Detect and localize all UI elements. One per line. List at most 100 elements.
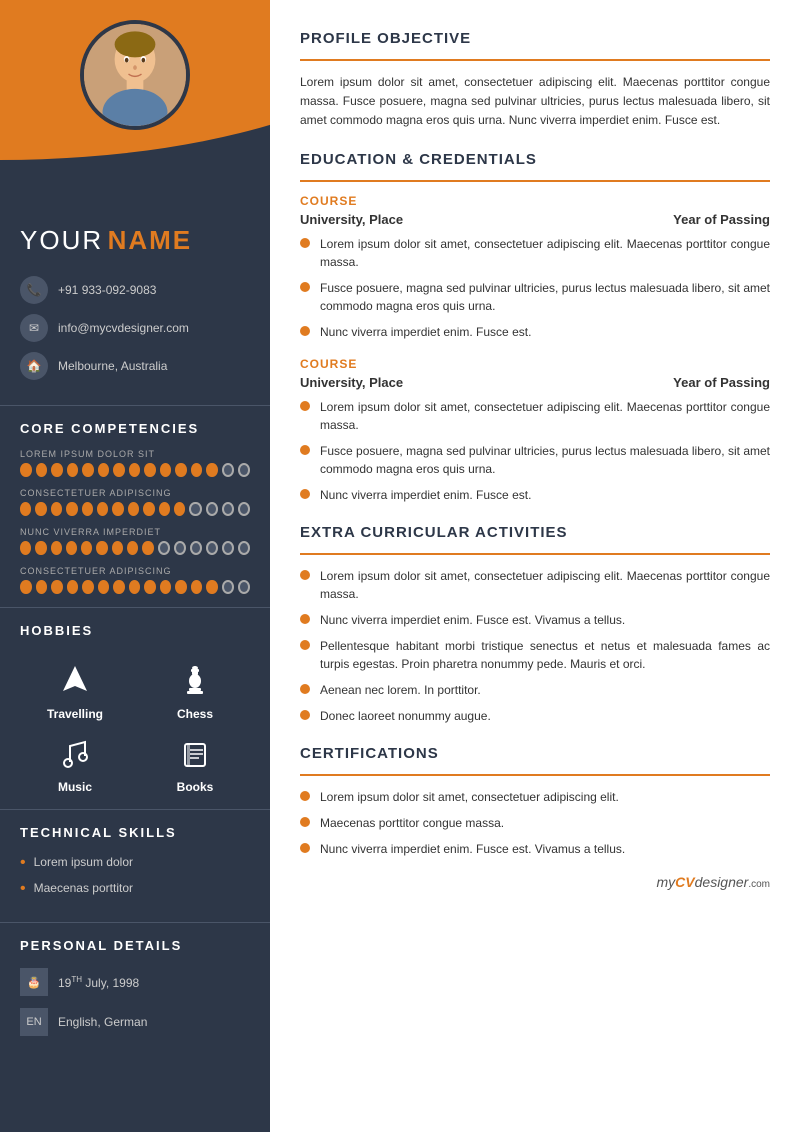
personal-details-container: 🎂19TH July, 1998 ENEnglish, German	[0, 963, 270, 1068]
dot-filled	[96, 541, 107, 555]
dot-filled	[160, 463, 172, 477]
orange-bullet	[300, 791, 310, 801]
list-item: Lorem ipsum dolor sit amet, consectetuer…	[300, 567, 770, 603]
course-label: COURSE	[300, 357, 770, 371]
list-item: Lorem ipsum dolor sit amet, consectetuer…	[300, 398, 770, 434]
personal-details-title: PERSONAL DETAILS	[0, 922, 270, 963]
orange-bullet	[300, 489, 310, 499]
technical-skills-title: TECHNICAL SKILLS	[0, 809, 270, 850]
dots-row	[20, 463, 250, 477]
education-course: COURSE University, Place Year of Passing…	[300, 194, 770, 341]
personal-item: 🎂19TH July, 1998	[20, 968, 250, 996]
competency-label: CONSECTETUER ADIPISCING	[20, 488, 250, 498]
dot-empty	[238, 541, 250, 555]
address-text: Melbourne, Australia	[58, 359, 167, 373]
dot-empty	[222, 502, 234, 516]
dot-filled	[113, 580, 125, 594]
dot-filled	[206, 463, 218, 477]
dot-filled	[20, 580, 32, 594]
course-label: COURSE	[300, 194, 770, 208]
branding-com: .com	[748, 879, 770, 890]
dot-empty	[189, 502, 201, 516]
hobby-item: Books	[140, 731, 250, 794]
dot-empty	[206, 541, 218, 555]
orange-bullet	[300, 282, 310, 292]
list-item: Aenean nec lorem. In porttitor.	[300, 681, 770, 699]
list-item: Donec laoreet nonummy augue.	[300, 707, 770, 725]
dot-filled	[51, 541, 62, 555]
bullet-text: Fusce posuere, magna sed pulvinar ultric…	[320, 442, 770, 478]
dot-filled	[97, 502, 108, 516]
dot-filled	[174, 502, 185, 516]
list-item: Pellentesque habitant morbi tristique se…	[300, 637, 770, 673]
dot-filled	[206, 580, 218, 594]
dot-filled	[98, 580, 110, 594]
bullet-icon: •	[20, 855, 26, 871]
dot-filled	[175, 463, 187, 477]
hobby-icon	[53, 658, 98, 703]
hobby-item: Music	[20, 731, 130, 794]
orange-bullet	[300, 817, 310, 827]
dot-empty	[238, 502, 250, 516]
orange-bullet	[300, 401, 310, 411]
dot-filled	[67, 580, 79, 594]
personal-text: 19TH July, 1998	[58, 975, 139, 990]
orange-bullet	[300, 843, 310, 853]
dot-filled	[112, 541, 123, 555]
dot-filled	[129, 463, 141, 477]
course-bullets: Lorem ipsum dolor sit amet, consectetuer…	[300, 235, 770, 341]
hobbies-grid: TravellingChessMusicBooks	[0, 648, 270, 804]
year-passing: Year of Passing	[673, 212, 770, 227]
dot-filled	[51, 463, 63, 477]
tech-skill-item: •Maecenas porttitor	[20, 881, 250, 897]
bullet-text: Lorem ipsum dolor sit amet, consectetuer…	[320, 235, 770, 271]
dot-empty	[222, 463, 234, 477]
personal-item: ENEnglish, German	[20, 1008, 250, 1036]
profile-divider	[300, 59, 770, 61]
hobby-label: Travelling	[47, 707, 103, 721]
bullet-text: Nunc viverra imperdiet enim. Fusce est.	[320, 486, 531, 504]
bullet-text: Nunc viverra imperdiet enim. Fusce est. …	[320, 840, 625, 858]
bullet-text: Lorem ipsum dolor sit amet, consectetuer…	[320, 567, 770, 603]
avatar	[80, 20, 190, 130]
dot-filled	[143, 502, 154, 516]
orange-bullet	[300, 326, 310, 336]
orange-bullet	[300, 445, 310, 455]
hobby-icon	[53, 731, 98, 776]
dot-empty	[190, 541, 202, 555]
contact-email: ✉ info@mycvdesigner.com	[20, 314, 250, 342]
university-row: University, Place Year of Passing	[300, 375, 770, 390]
dot-empty	[174, 541, 186, 555]
tech-skills-container: • Lorem ipsum dolor •Maecenas porttitor	[0, 850, 270, 917]
tech-skill-text: Lorem ipsum dolor	[34, 855, 133, 869]
sidebar-header	[0, 0, 270, 200]
dot-filled	[81, 541, 92, 555]
bullet-text: Nunc viverra imperdiet enim. Fusce est.	[320, 323, 531, 341]
list-item: Lorem ipsum dolor sit amet, consectetuer…	[300, 235, 770, 271]
dot-filled	[20, 541, 31, 555]
dot-filled	[82, 580, 94, 594]
hobby-icon	[173, 658, 218, 703]
personal-icon: EN	[20, 1008, 48, 1036]
dot-filled	[98, 463, 110, 477]
email-icon: ✉	[20, 314, 48, 342]
phone-text: +91 933-092-9083	[58, 283, 156, 297]
dot-filled	[66, 541, 77, 555]
dot-filled	[82, 502, 93, 516]
hobbies-title: HOBBIES	[0, 607, 270, 648]
dot-filled	[159, 502, 170, 516]
competency-item: NUNC VIVERRA IMPERDIET	[0, 524, 270, 563]
course-bullets: Lorem ipsum dolor sit amet, consectetuer…	[300, 398, 770, 504]
contact-section: 📞 +91 933-092-9083 ✉ info@mycvdesigner.c…	[0, 266, 270, 400]
bullet-text: Maecenas porttitor congue massa.	[320, 814, 504, 832]
hobby-label: Music	[58, 780, 92, 794]
dot-filled	[128, 502, 139, 516]
dot-empty	[222, 580, 234, 594]
bullet-text: Fusce posuere, magna sed pulvinar ultric…	[320, 279, 770, 315]
dot-filled	[113, 463, 125, 477]
dot-empty	[206, 502, 218, 516]
dots-row	[20, 502, 250, 516]
competency-item: CONSECTETUER ADIPISCING	[0, 485, 270, 524]
dot-empty	[158, 541, 170, 555]
competencies-container: LOREM IPSUM DOLOR SITCONSECTETUER ADIPIS…	[0, 446, 270, 602]
